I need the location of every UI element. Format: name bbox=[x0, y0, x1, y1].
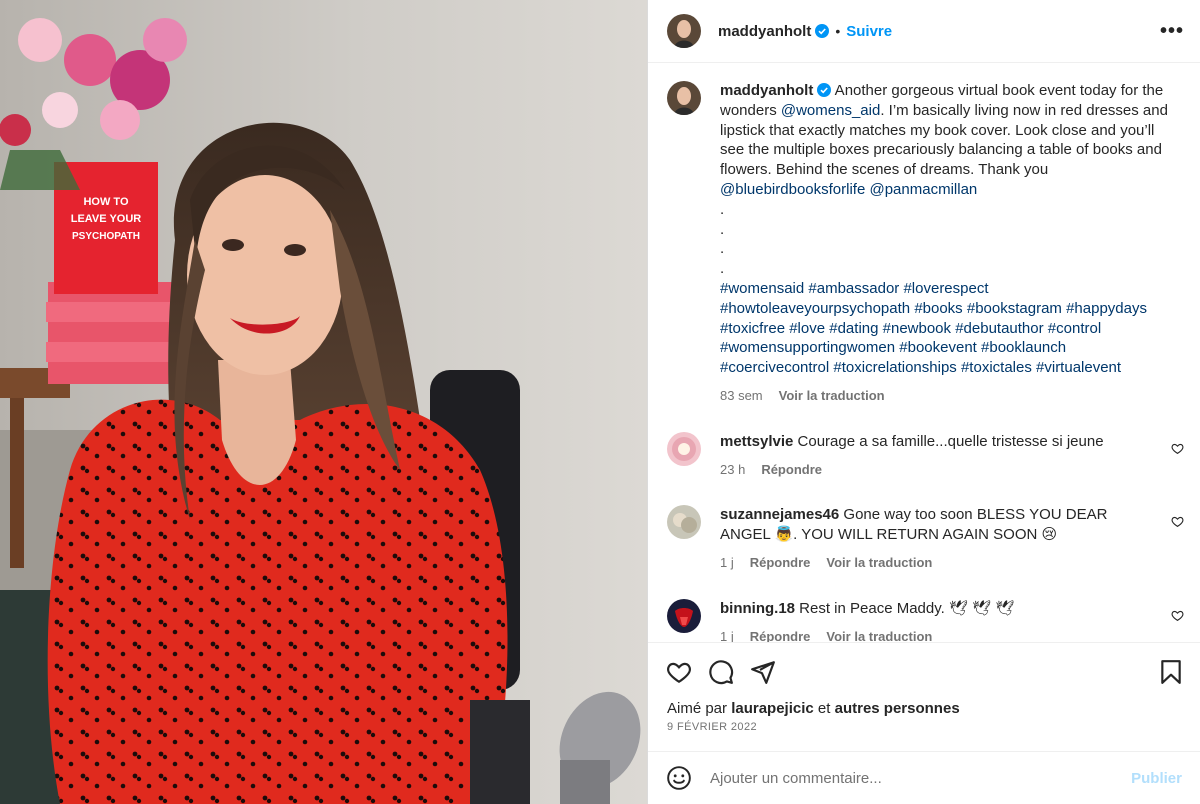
caption-dot: . bbox=[720, 200, 725, 218]
hashtag-link[interactable]: #dating bbox=[829, 320, 878, 337]
caption-dot: . bbox=[720, 260, 725, 278]
comment-time[interactable]: 1 j bbox=[720, 627, 734, 642]
see-translation-link[interactable]: Voir la traduction bbox=[779, 386, 885, 406]
svg-text:HOW TO: HOW TO bbox=[83, 196, 128, 208]
caption-time[interactable]: 83 sem bbox=[720, 386, 763, 406]
like-comment-heart-icon[interactable] bbox=[1171, 515, 1184, 528]
save-bookmark-icon[interactable] bbox=[1158, 659, 1184, 685]
post-header: maddyanholt • Suivre ••• bbox=[648, 0, 1200, 63]
hashtag-list: #womensaid #ambassador #loverespect #how… bbox=[720, 279, 1170, 378]
verified-badge-icon bbox=[815, 24, 830, 38]
verified-badge-icon bbox=[817, 83, 832, 97]
comment-username[interactable]: suzannejames46 bbox=[720, 506, 839, 523]
commenter-avatar[interactable] bbox=[667, 431, 701, 466]
post-side-panel: maddyanholt • Suivre ••• maddyanholt Ano… bbox=[647, 0, 1200, 804]
mention-link[interactable]: @panmacmillan bbox=[869, 181, 977, 198]
publish-button[interactable]: Publier bbox=[1131, 770, 1182, 787]
instagram-post: HOW TO LEAVE YOUR PSYCHOPATH maddyanholt… bbox=[0, 0, 1200, 804]
hashtag-link[interactable]: #virtualevent bbox=[1036, 359, 1121, 376]
comment-item: mettsylvie Courage a sa famille...quelle… bbox=[667, 431, 1184, 480]
hashtag-link[interactable]: #toxictales bbox=[961, 359, 1032, 376]
comment-username[interactable]: binning.18 bbox=[720, 600, 795, 617]
mention-link[interactable]: @womens_aid bbox=[781, 102, 880, 119]
caption-avatar[interactable] bbox=[667, 81, 701, 115]
comment-item: suzannejames46 Gone way too soon BLESS Y… bbox=[667, 505, 1184, 572]
header-separator: • bbox=[835, 23, 841, 39]
post-date[interactable]: 9 FÉVRIER 2022 bbox=[648, 717, 1200, 733]
comments-scroll-area[interactable]: maddyanholt Another gorgeous virtual boo… bbox=[648, 63, 1200, 642]
hashtag-link[interactable]: #happydays bbox=[1066, 300, 1147, 317]
hashtag-link[interactable]: #toxicfree bbox=[720, 320, 785, 337]
author-username[interactable]: maddyanholt bbox=[718, 23, 811, 40]
hashtag-link[interactable]: #ambassador bbox=[808, 280, 899, 297]
comment-item: binning.18 Rest in Peace Maddy. 🕊 🕊 🕊 1 … bbox=[667, 598, 1184, 642]
comment-input[interactable] bbox=[710, 769, 1132, 787]
comment-text: Courage a sa famille...quelle tristesse … bbox=[793, 432, 1104, 450]
hashtag-link[interactable]: #howtoleaveyourpsychopath bbox=[720, 300, 910, 317]
caption-username[interactable]: maddyanholt bbox=[720, 82, 813, 99]
caption-dot: . bbox=[720, 220, 725, 238]
follow-button[interactable]: Suivre bbox=[846, 23, 892, 40]
hashtag-link[interactable]: #control bbox=[1048, 320, 1101, 337]
more-options-icon[interactable]: ••• bbox=[1160, 20, 1184, 43]
hashtag-link[interactable]: #toxicrelationships bbox=[833, 359, 956, 376]
caption-text: maddyanholt Another gorgeous virtual boo… bbox=[720, 81, 1170, 406]
hashtag-link[interactable]: #books bbox=[914, 300, 962, 317]
commenter-avatar[interactable] bbox=[667, 598, 701, 633]
post-photo-illustration: HOW TO LEAVE YOUR PSYCHOPATH bbox=[0, 0, 647, 804]
other-likers-link[interactable]: autres personnes bbox=[835, 700, 960, 717]
see-translation-link[interactable]: Voir la traduction bbox=[826, 553, 932, 573]
liker-username[interactable]: laurapejicic bbox=[731, 700, 814, 717]
comment-bubble-icon[interactable] bbox=[708, 659, 734, 685]
like-comment-heart-icon[interactable] bbox=[1171, 442, 1184, 455]
svg-text:LEAVE YOUR: LEAVE YOUR bbox=[71, 213, 142, 225]
like-comment-heart-icon[interactable] bbox=[1171, 609, 1184, 622]
add-comment-bar: Publier bbox=[648, 751, 1200, 804]
caption-dot: . bbox=[720, 240, 725, 258]
like-heart-icon[interactable] bbox=[666, 659, 692, 685]
comment-text: Rest in Peace Maddy. 🕊 🕊 🕊 bbox=[795, 599, 1015, 617]
hashtag-link[interactable]: #booklaunch bbox=[981, 339, 1066, 356]
hashtag-link[interactable]: #newbook bbox=[883, 320, 951, 337]
share-paper-plane-icon[interactable] bbox=[750, 659, 776, 685]
likes-prefix: Aimé par bbox=[667, 700, 732, 717]
caption-meta: 83 sem Voir la traduction bbox=[720, 386, 1170, 406]
comment-time[interactable]: 23 h bbox=[720, 460, 745, 480]
emoji-icon[interactable] bbox=[666, 765, 692, 791]
likes-mid: et bbox=[813, 700, 835, 717]
hashtag-link[interactable]: #coercivecontrol bbox=[720, 359, 829, 376]
post-actions-bar bbox=[648, 642, 1200, 700]
hashtag-link[interactable]: #loverespect bbox=[903, 280, 988, 297]
svg-text:PSYCHOPATH: PSYCHOPATH bbox=[72, 231, 140, 242]
reply-button[interactable]: Répondre bbox=[761, 460, 822, 480]
hashtag-link[interactable]: #womensupportingwomen bbox=[720, 339, 895, 356]
comment-username[interactable]: mettsylvie bbox=[720, 433, 793, 450]
hashtag-link[interactable]: #womensaid bbox=[720, 280, 804, 297]
comment-time[interactable]: 1 j bbox=[720, 553, 734, 573]
post-photo[interactable]: HOW TO LEAVE YOUR PSYCHOPATH bbox=[0, 0, 647, 804]
hashtag-link[interactable]: #love bbox=[789, 320, 825, 337]
reply-button[interactable]: Répondre bbox=[750, 627, 811, 642]
hashtag-link[interactable]: #debutauthor bbox=[955, 320, 1043, 337]
likes-summary: Aimé par laurapejicic et autres personne… bbox=[648, 700, 1200, 717]
reply-button[interactable]: Répondre bbox=[750, 553, 811, 573]
see-translation-link[interactable]: Voir la traduction bbox=[826, 627, 932, 642]
hashtag-link[interactable]: #bookstagram bbox=[967, 300, 1062, 317]
commenter-avatar[interactable] bbox=[667, 505, 701, 540]
author-avatar[interactable] bbox=[667, 14, 701, 48]
post-caption: maddyanholt Another gorgeous virtual boo… bbox=[667, 81, 1184, 406]
hashtag-link[interactable]: #bookevent bbox=[899, 339, 977, 356]
mention-link[interactable]: @bluebirdbooksforlife bbox=[720, 181, 865, 198]
